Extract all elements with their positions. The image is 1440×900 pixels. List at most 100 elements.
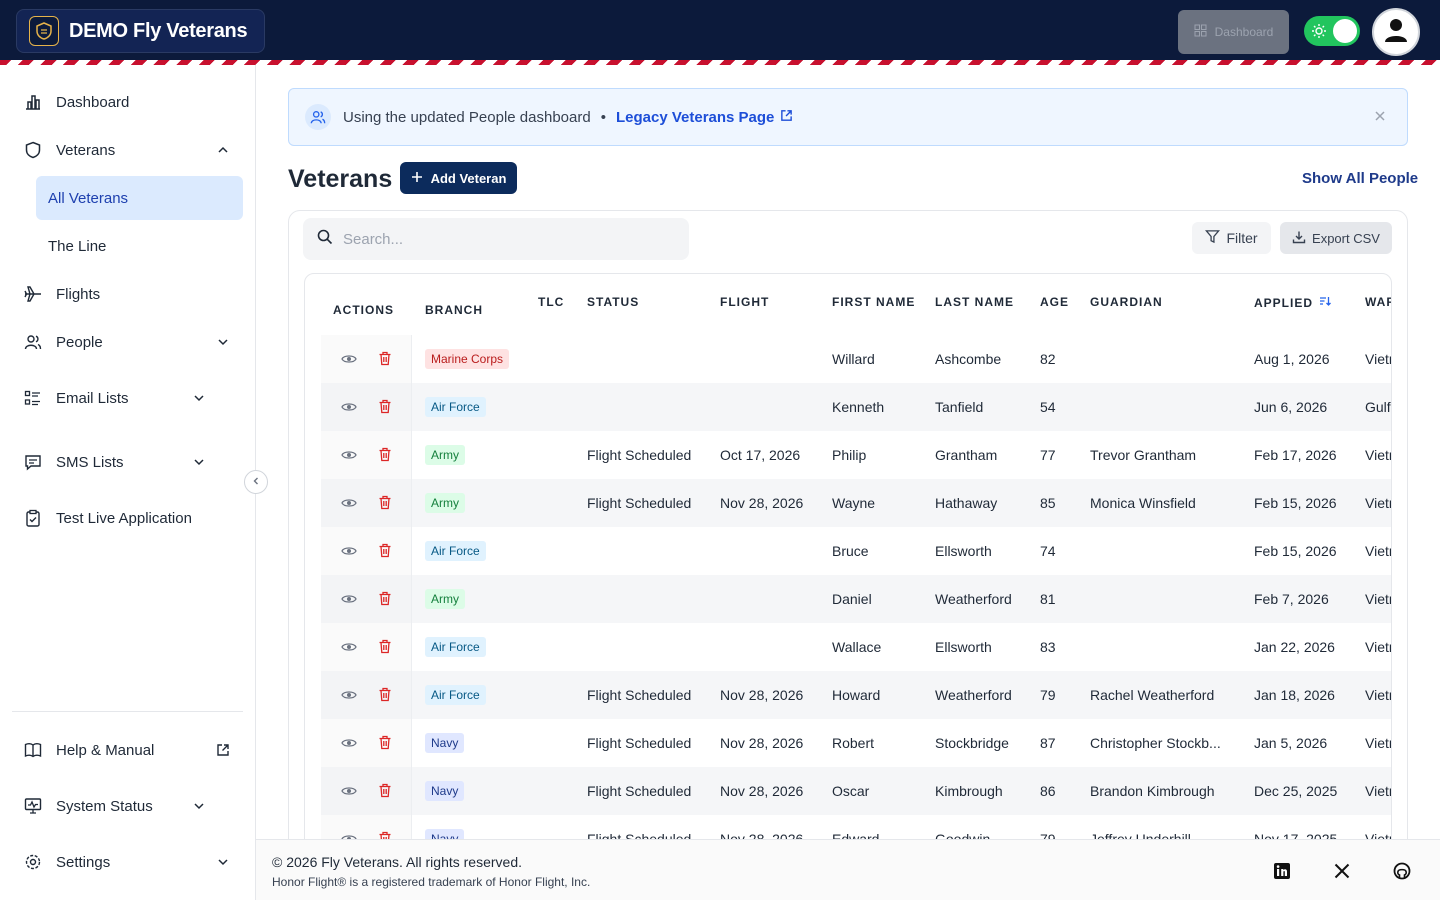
github-icon[interactable] — [1393, 862, 1411, 880]
x-icon[interactable] — [1333, 862, 1351, 880]
table-row[interactable]: Air Force Flight Scheduled Nov 28, 2026 How… — [321, 671, 1391, 719]
eye-icon[interactable] — [341, 736, 357, 755]
cell-first: Philip — [832, 447, 867, 463]
column-header-first-name[interactable]: FIRST NAME — [832, 295, 915, 309]
cell-age: 82 — [1040, 351, 1056, 367]
trash-icon[interactable] — [378, 591, 392, 611]
search-box[interactable] — [303, 218, 689, 260]
table-row[interactable]: Navy Flight Scheduled Nov 28, 2026 Robert St… — [321, 719, 1391, 767]
dashboard-button[interactable]: Dashboard — [1178, 10, 1289, 54]
sidebar-item-all-veterans[interactable]: All Veterans — [36, 176, 243, 220]
sidebar-item-people[interactable]: People — [24, 330, 103, 354]
table-row[interactable]: Navy Flight Scheduled Nov 28, 2026 Oscar Kim… — [321, 767, 1391, 815]
chevron-down-icon[interactable] — [192, 799, 206, 813]
eye-icon[interactable] — [341, 688, 357, 707]
column-header-applied[interactable]: APPLIED — [1254, 295, 1331, 310]
column-header-age[interactable]: AGE — [1040, 295, 1069, 309]
search-input[interactable] — [343, 230, 663, 248]
chevron-up-icon[interactable] — [216, 143, 230, 157]
eye-icon[interactable] — [341, 544, 357, 563]
sidebar-item-settings[interactable]: Settings — [24, 850, 110, 874]
sidebar-item-label: Dashboard — [56, 93, 130, 111]
cell-war: Vietnam — [1365, 639, 1391, 655]
eye-icon[interactable] — [341, 352, 357, 371]
top-bar: DEMO Fly Veterans Dashboard — [0, 0, 1440, 60]
close-icon[interactable] — [1373, 109, 1387, 127]
trash-icon[interactable] — [378, 735, 392, 755]
column-header-tlc[interactable]: TLC — [538, 295, 564, 309]
linkedin-icon[interactable] — [1273, 862, 1291, 880]
table-row[interactable]: Army Daniel Weatherford 81 Feb 7, 2026 Vietna… — [321, 575, 1391, 623]
chevron-down-icon[interactable] — [192, 455, 206, 469]
cell-last: Stockbridge — [935, 735, 1009, 751]
trash-icon[interactable] — [378, 447, 392, 467]
column-header-guardian[interactable]: GUARDIAN — [1090, 295, 1163, 309]
eye-icon[interactable] — [341, 400, 357, 419]
eye-icon[interactable] — [341, 448, 357, 467]
eye-icon[interactable] — [341, 784, 357, 803]
cell-war: Vietnam — [1365, 687, 1391, 703]
chevron-down-icon[interactable] — [192, 391, 206, 405]
eye-icon[interactable] — [341, 640, 357, 659]
cell-first: Kenneth — [832, 399, 885, 415]
column-header-status[interactable]: STATUS — [587, 295, 639, 309]
trash-icon[interactable] — [378, 783, 392, 803]
footer: © 2026 Fly Veterans. All rights reserved… — [256, 839, 1440, 900]
column-header-last-name[interactable]: LAST NAME — [935, 295, 1014, 309]
eye-icon[interactable] — [341, 496, 357, 515]
trash-icon[interactable] — [378, 639, 392, 659]
column-header-flight[interactable]: FLIGHT — [720, 295, 769, 309]
trash-icon[interactable] — [378, 543, 392, 563]
user-avatar[interactable] — [1372, 8, 1420, 56]
eye-icon[interactable] — [341, 592, 357, 611]
export-csv-label: Export CSV — [1312, 230, 1380, 246]
clipboard-icon — [24, 509, 42, 527]
sidebar-item-the-line[interactable]: The Line — [48, 238, 106, 255]
export-csv-button[interactable]: Export CSV — [1280, 222, 1392, 254]
table-row[interactable]: Air Force Wallace Ellsworth 83 Jan 22, 2026 V… — [321, 623, 1391, 671]
external-link-icon[interactable] — [216, 743, 230, 757]
cell-last: Weatherford — [935, 687, 1012, 703]
show-all-people-link[interactable]: Show All People — [1302, 170, 1418, 187]
cell-war: Vietnam — [1365, 351, 1391, 367]
cell-applied: Feb 15, 2026 — [1254, 543, 1337, 559]
table-row[interactable]: Air Force Kenneth Tanfield 54 Jun 6, 2026 Gul… — [321, 383, 1391, 431]
applied-header-label: APPLIED — [1254, 295, 1314, 310]
table-row[interactable]: Army Flight Scheduled Oct 17, 2026 Philip Gr… — [321, 431, 1391, 479]
cell-flight: Nov 28, 2026 — [720, 783, 804, 799]
legacy-veterans-link[interactable]: Legacy Veterans Page — [616, 109, 793, 126]
cell-status: Flight Scheduled — [587, 687, 692, 703]
cell-war: Vietnam — [1365, 783, 1391, 799]
sidebar-item-label: Flights — [56, 285, 101, 303]
theme-toggle[interactable] — [1304, 16, 1360, 46]
sidebar-item-test-live[interactable]: Test Live Application — [24, 506, 192, 530]
column-header-branch[interactable]: BRANCH — [425, 303, 483, 317]
trash-icon[interactable] — [378, 495, 392, 515]
trash-icon[interactable] — [378, 687, 392, 707]
table-row[interactable]: Army Flight Scheduled Nov 28, 2026 Wayne Hat… — [321, 479, 1391, 527]
banner-separator: • — [600, 108, 606, 126]
trash-icon[interactable] — [378, 351, 392, 371]
sidebar-item-sms-lists[interactable]: SMS Lists — [24, 450, 124, 474]
cell-age: 85 — [1040, 495, 1056, 511]
sidebar-item-veterans[interactable]: Veterans — [24, 138, 115, 162]
sidebar-item-dashboard[interactable]: Dashboard — [24, 90, 129, 114]
filter-button[interactable]: Filter — [1192, 222, 1271, 254]
brand-home-link[interactable]: DEMO Fly Veterans — [16, 9, 265, 53]
sidebar-item-system-status[interactable]: System Status — [24, 794, 153, 818]
sidebar-item-email-lists[interactable]: Email Lists — [24, 386, 129, 410]
trash-icon[interactable] — [378, 399, 392, 419]
sidebar-item-flights[interactable]: Flights — [24, 282, 100, 306]
sidebar-collapse-button[interactable] — [244, 470, 268, 494]
chevron-down-icon[interactable] — [216, 335, 230, 349]
column-header-war[interactable]: WAR — [1365, 295, 1391, 309]
chevron-down-icon[interactable] — [216, 855, 230, 869]
branch-badge: Army — [425, 493, 465, 513]
table-row[interactable]: Marine Corps Willard Ashcombe 82 Aug 1, 2026… — [321, 335, 1391, 383]
cell-applied: Jun 6, 2026 — [1254, 399, 1328, 415]
search-icon — [317, 229, 333, 250]
toggle-knob — [1333, 19, 1357, 43]
add-veteran-button[interactable]: Add Veteran — [400, 162, 517, 194]
sidebar-item-help[interactable]: Help & Manual — [24, 738, 154, 762]
table-row[interactable]: Air Force Bruce Ellsworth 74 Feb 15, 2026 Vie… — [321, 527, 1391, 575]
